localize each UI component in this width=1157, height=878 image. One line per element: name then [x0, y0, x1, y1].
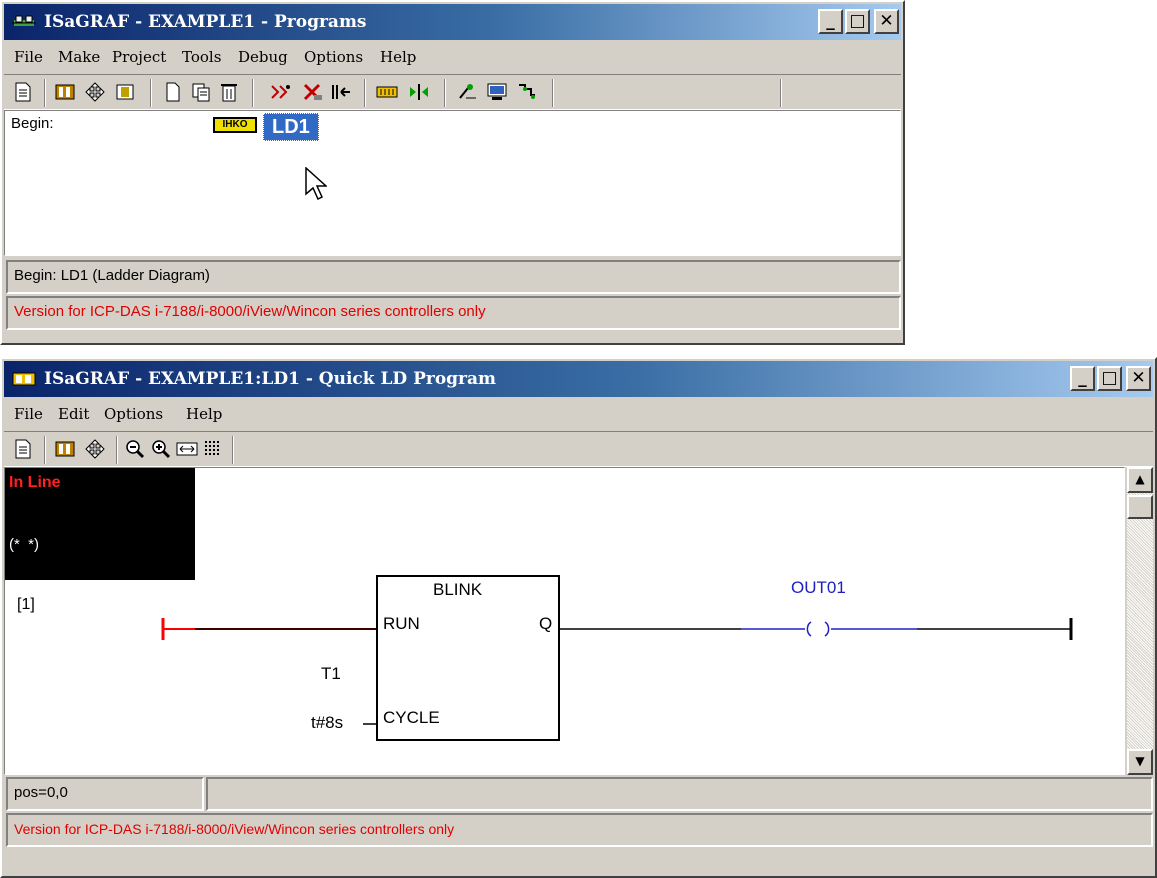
programs-title: ISaGRAF - EXAMPLE1 - Programs: [44, 12, 367, 32]
coil-variable: OUT01: [791, 578, 846, 597]
dictionary-icon[interactable]: [54, 81, 76, 103]
close-button[interactable]: ✕: [874, 9, 899, 34]
maximize-button[interactable]: □: [845, 9, 870, 34]
menu-project[interactable]: Project: [112, 48, 166, 66]
compile-icon[interactable]: [302, 81, 324, 103]
programs-window: ISaGRAF - EXAMPLE1 - Programs _ □ ✕ File…: [0, 0, 905, 345]
ld-title: ISaGRAF - EXAMPLE1:LD1 - Quick LD Progra…: [44, 369, 497, 389]
dictionary-icon[interactable]: [54, 438, 76, 460]
program-list: Begin: IHKO LD1: [4, 110, 901, 256]
ld-editor-window: ISaGRAF - EXAMPLE1:LD1 - Quick LD Progra…: [0, 357, 1157, 878]
programs-titlebar[interactable]: ISaGRAF - EXAMPLE1 - Programs _ □ ✕: [4, 4, 901, 40]
ladder-rung: [161, 575, 1073, 741]
verify-icon[interactable]: [270, 81, 292, 103]
ld-editor-app-icon: [12, 372, 36, 386]
download-icon[interactable]: [408, 81, 430, 103]
scroll-up-button[interactable]: ▲: [1127, 467, 1153, 493]
zoom-in-icon[interactable]: [150, 438, 172, 460]
minimize-button[interactable]: _: [1070, 366, 1095, 391]
isagraf-app-icon: [12, 15, 36, 26]
scroll-down-button[interactable]: ▼: [1127, 749, 1153, 775]
maximize-button[interactable]: □: [1097, 366, 1122, 391]
toolbar-separator: [252, 79, 254, 107]
status-version: Version for ICP-DAS i-7188/i-8000/iView/…: [6, 296, 901, 330]
menu-options[interactable]: Options: [304, 48, 363, 66]
block-output-q: Q: [539, 614, 553, 633]
coil-symbol: [806, 621, 830, 637]
menu-file[interactable]: File: [14, 48, 43, 66]
menu-file[interactable]: File: [14, 405, 43, 423]
ld-menubar: File Edit Options Help: [4, 399, 1153, 429]
scroll-thumb[interactable]: [1127, 495, 1153, 519]
ld-diagram-canvas[interactable]: In Line (* *) [1] BLINK RUN Q CYCLE T1 t…: [4, 467, 1125, 775]
ladder-diagram-icon: IHKO: [213, 117, 257, 133]
status-version: Version for ICP-DAS i-7188/i-8000/iView/…: [6, 813, 1153, 847]
instance-name: T1: [321, 664, 341, 683]
menu-help[interactable]: Help: [380, 48, 416, 66]
section-label-begin: Begin:: [11, 115, 54, 132]
properties-icon[interactable]: [12, 438, 34, 460]
code-generator-icon[interactable]: [376, 81, 398, 103]
delete-program-icon[interactable]: [218, 81, 240, 103]
toolbar-separator: [780, 79, 782, 107]
menu-make[interactable]: Make: [58, 48, 100, 66]
programs-toolbar: [4, 74, 901, 110]
debug-icon[interactable]: [456, 81, 478, 103]
simulate-icon[interactable]: [486, 81, 508, 103]
menu-options[interactable]: Options: [104, 405, 163, 423]
toolbar-separator: [150, 79, 152, 107]
toolbar-separator: [44, 436, 46, 464]
block-input-run: RUN: [383, 614, 420, 633]
toolbar-separator: [552, 79, 554, 107]
ld-toolbar: [4, 431, 1153, 467]
status-selection: Begin: LD1 (Ladder Diagram): [6, 260, 901, 294]
mouse-cursor-icon: [305, 167, 327, 201]
toolbar-separator: [232, 436, 234, 464]
toolbar-separator: [116, 436, 118, 464]
diagnosis-icon[interactable]: [516, 81, 538, 103]
cycle-value: t#8s: [311, 713, 344, 732]
status-empty: [206, 777, 1153, 811]
toolbar-separator: [44, 79, 46, 107]
io-connection-icon[interactable]: [84, 438, 106, 460]
programs-menubar: File Make Project Tools Debug Options He…: [4, 42, 901, 72]
toolbar-separator: [444, 79, 446, 107]
vertical-scrollbar[interactable]: ▲ ▼: [1127, 467, 1153, 775]
menu-help[interactable]: Help: [186, 405, 222, 423]
link-icon[interactable]: [330, 81, 352, 103]
close-button[interactable]: ✕: [1126, 366, 1151, 391]
zoom-out-icon[interactable]: [124, 438, 146, 460]
minimize-button[interactable]: _: [818, 9, 843, 34]
status-position: pos=0,0: [6, 777, 204, 811]
new-program-icon[interactable]: [162, 81, 184, 103]
grid-icon[interactable]: [202, 438, 224, 460]
block-name: BLINK: [433, 580, 483, 599]
toolbar-separator: [364, 79, 366, 107]
properties-icon[interactable]: [12, 81, 34, 103]
menu-debug[interactable]: Debug: [238, 48, 288, 66]
fit-width-icon[interactable]: [176, 438, 198, 460]
block-input-cycle: CYCLE: [383, 708, 440, 727]
menu-tools[interactable]: Tools: [182, 48, 221, 66]
io-connection-icon[interactable]: [84, 81, 106, 103]
ld-titlebar[interactable]: ISaGRAF - EXAMPLE1:LD1 - Quick LD Progra…: [4, 361, 1153, 397]
defines-icon[interactable]: [114, 81, 136, 103]
program-name: LD1: [263, 113, 319, 141]
menu-edit[interactable]: Edit: [58, 405, 89, 423]
copy-program-icon[interactable]: [190, 81, 212, 103]
